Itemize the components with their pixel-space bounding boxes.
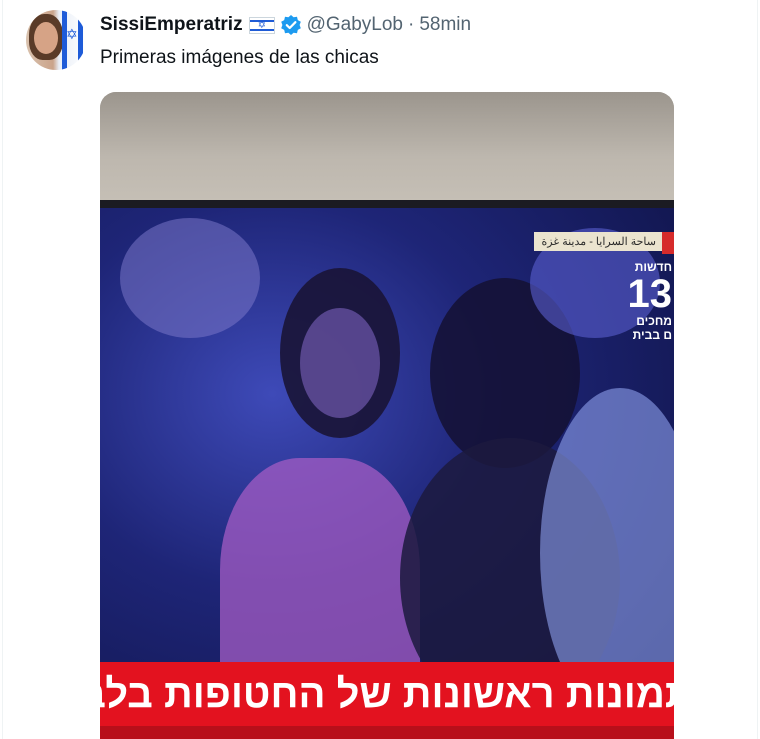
user-handle[interactable]: @GabyLob	[307, 14, 403, 36]
israel-flag-icon: ✡	[248, 16, 275, 34]
timestamp[interactable]: 58min	[419, 14, 471, 36]
channel-13-logo: חדשות 13 מחכים ם בבית	[627, 260, 673, 342]
avatar-face	[34, 22, 58, 54]
tweet-header: SissiEmperatriz ✡ @GabyLob · 58min	[100, 12, 471, 38]
ticker-bottom-strip	[100, 726, 674, 739]
verified-badge-icon	[280, 15, 301, 35]
news-tag-marker	[662, 232, 674, 254]
star-of-david-icon: ✡	[66, 26, 78, 42]
photo-figure	[300, 308, 380, 418]
avatar-flag-stripe	[78, 10, 83, 70]
tweet-text: Primeras imágenes de las chicas	[100, 47, 379, 68]
tv-screen	[100, 208, 674, 739]
ticker-text: תמונות ראשונות של החטופות בלב	[100, 671, 674, 716]
news-location-tag: ساحة السرايا - مدينة غزة	[533, 232, 664, 251]
separator-dot: ·	[407, 14, 415, 35]
tweet-media-image[interactable]: ساحة السرايا - مدينة غزة חדשות 13 מחכים …	[100, 92, 674, 739]
news-ticker: תמונות ראשונות של החטופות בלב	[100, 662, 674, 726]
photo-figure	[120, 218, 260, 338]
display-name[interactable]: SissiEmperatriz	[100, 14, 243, 36]
avatar[interactable]: ✡	[26, 10, 86, 70]
